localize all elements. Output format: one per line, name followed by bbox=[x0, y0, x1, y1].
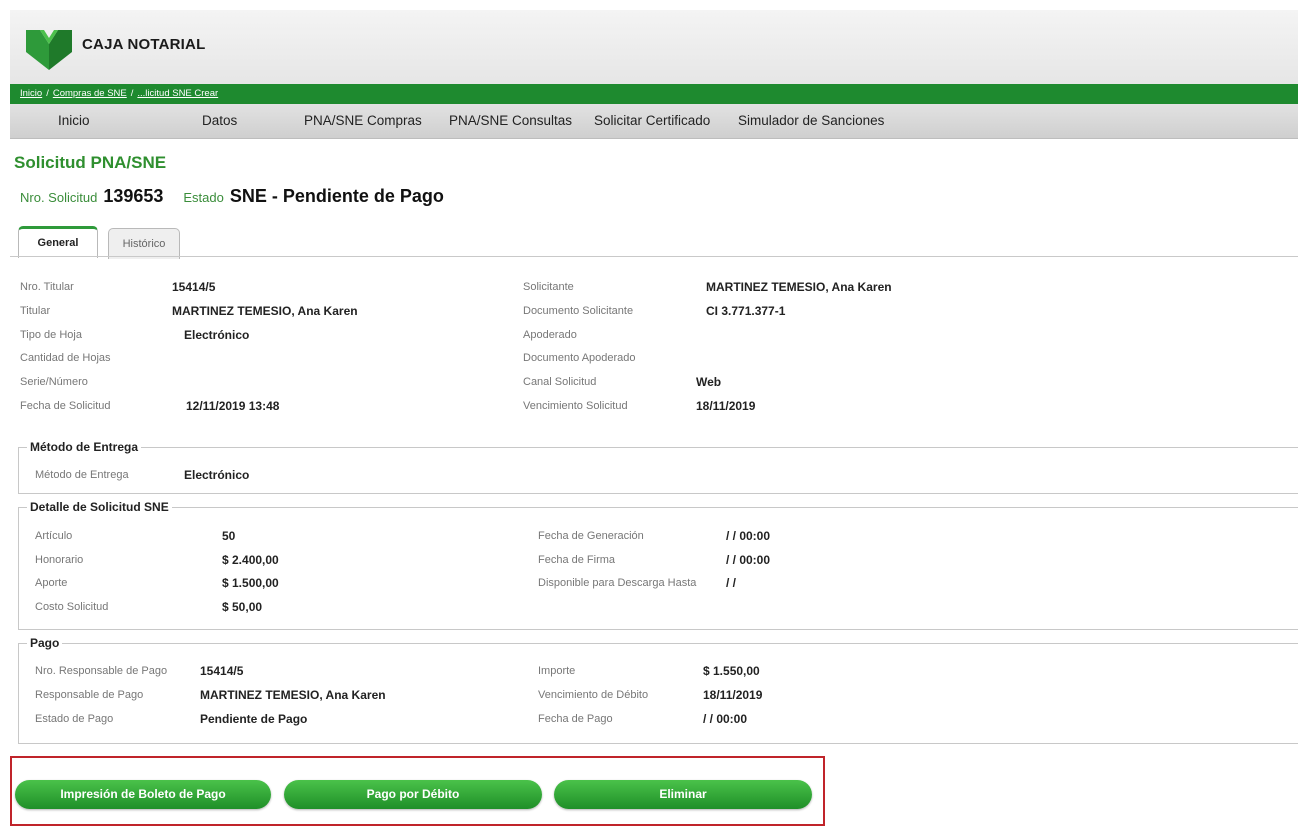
field-label-honorario: Honorario bbox=[35, 554, 84, 566]
field-value-articulo: 50 bbox=[222, 529, 236, 543]
nav-item-datos[interactable]: Datos bbox=[202, 113, 237, 128]
field-value-honorario: $ 2.400,00 bbox=[222, 553, 279, 567]
field-label-vencimiento-debito: Vencimiento de Débito bbox=[538, 689, 649, 701]
field-label-serie-numero: Serie/Número bbox=[20, 376, 88, 388]
field-value-aporte: $ 1.500,00 bbox=[222, 576, 279, 590]
field-value-titular: MARTINEZ TEMESIO, Ana Karen bbox=[172, 304, 358, 318]
breadcrumb-link-current[interactable]: ...licitud SNE Crear bbox=[137, 88, 218, 99]
tab-general[interactable]: General bbox=[18, 226, 98, 258]
field-label-documento-apoderado: Documento Apoderado bbox=[523, 352, 636, 364]
field-value-costo-solicitud: $ 50,00 bbox=[222, 600, 263, 614]
field-value-importe: $ 1.550,00 bbox=[703, 664, 760, 678]
field-label-fecha-generacion: Fecha de Generación bbox=[538, 530, 644, 542]
main-nav: Inicio Datos PNA/SNE Compras PNA/SNE Con… bbox=[10, 104, 1298, 139]
field-label-solicitante: Solicitante bbox=[523, 281, 574, 293]
field-label-canal-solicitud: Canal Solicitud bbox=[523, 376, 597, 388]
field-value-solicitante: MARTINEZ TEMESIO, Ana Karen bbox=[706, 280, 892, 294]
field-label-estado-pago: Estado de Pago bbox=[35, 713, 114, 725]
nav-item-pna-sne-compras[interactable]: PNA/SNE Compras bbox=[304, 113, 422, 128]
fieldset-metodo-entrega: Método de Entrega bbox=[18, 440, 1298, 494]
legend-pago: Pago bbox=[30, 636, 60, 650]
field-label-cantidad-hojas: Cantidad de Hojas bbox=[20, 352, 111, 364]
legend-metodo-entrega: Método de Entrega bbox=[30, 440, 139, 454]
field-label-fecha-solicitud: Fecha de Solicitud bbox=[20, 400, 111, 412]
field-label-nro-titular: Nro. Titular bbox=[20, 281, 74, 293]
field-label-titular: Titular bbox=[20, 305, 51, 317]
caja-notarial-logo-icon bbox=[26, 30, 72, 70]
nav-item-inicio[interactable]: Inicio bbox=[58, 113, 90, 128]
delete-button[interactable]: Eliminar bbox=[554, 780, 812, 809]
field-label-costo-solicitud: Costo Solicitud bbox=[35, 601, 109, 613]
field-value-canal-solicitud: Web bbox=[696, 375, 722, 389]
field-value-tipo-hoja: Electrónico bbox=[184, 328, 250, 342]
field-value-disponible-descarga: / / bbox=[726, 576, 737, 590]
legend-detalle-solicitud: Detalle de Solicitud SNE bbox=[30, 500, 169, 514]
breadcrumb-link-compras[interactable]: Compras de SNE bbox=[53, 88, 127, 99]
field-value-metodo-entrega: Electrónico bbox=[184, 468, 250, 482]
field-value-vencimiento-solicitud: 18/11/2019 bbox=[696, 399, 756, 413]
field-label-documento-solicitante: Documento Solicitante bbox=[523, 305, 634, 317]
field-value-fecha-pago: / / 00:00 bbox=[703, 712, 748, 726]
tabs-divider bbox=[10, 256, 1298, 257]
breadcrumb-link-home[interactable]: Inicio bbox=[20, 88, 42, 99]
header: CAJA NOTARIAL bbox=[10, 10, 1298, 84]
nav-item-solicitar-certificado[interactable]: Solicitar Certificado bbox=[594, 113, 710, 128]
print-payment-slip-button[interactable]: Impresión de Boleto de Pago bbox=[15, 780, 271, 809]
debit-payment-button[interactable]: Pago por Débito bbox=[284, 780, 542, 809]
breadcrumb-bar: Inicio / Compras de SNE / ...licitud SNE Cre… bbox=[10, 84, 1298, 104]
request-summary: Nro. Solicitud 139653 Estado SNE - Pendient… bbox=[20, 186, 464, 207]
field-label-disponible-descarga: Disponible para Descarga Hasta bbox=[538, 577, 697, 589]
field-value-responsable-pago: MARTINEZ TEMESIO, Ana Karen bbox=[200, 688, 386, 702]
field-label-nro-responsable-pago: Nro. Responsable de Pago bbox=[35, 665, 168, 677]
field-label-apoderado: Apoderado bbox=[523, 329, 577, 341]
request-number: 139653 bbox=[103, 186, 164, 206]
field-value-estado-pago: Pendiente de Pago bbox=[200, 712, 308, 726]
nav-item-pna-sne-consultas[interactable]: PNA/SNE Consultas bbox=[449, 113, 572, 128]
nav-item-simulador-sanciones[interactable]: Simulador de Sanciones bbox=[738, 113, 884, 128]
field-value-vencimiento-debito: 18/11/2019 bbox=[703, 688, 763, 702]
field-value-documento-solicitante: CI 3.771.377-1 bbox=[706, 304, 786, 318]
field-label-vencimiento-solicitud: Vencimiento Solicitud bbox=[523, 400, 628, 412]
field-label-tipo-hoja: Tipo de Hoja bbox=[20, 329, 82, 341]
field-value-fecha-generacion: / / 00:00 bbox=[726, 529, 771, 543]
field-value-fecha-firma: / / 00:00 bbox=[726, 553, 771, 567]
status-value: SNE - Pendiente de Pago bbox=[229, 186, 444, 206]
request-number-label: Nro. Solicitud bbox=[20, 190, 98, 205]
field-label-importe: Importe bbox=[538, 665, 576, 677]
status-label: Estado bbox=[183, 190, 224, 205]
field-label-aporte: Aporte bbox=[35, 577, 68, 589]
field-label-articulo: Artículo bbox=[35, 530, 73, 542]
fieldset-detalle-solicitud: Detalle de Solicitud SNE bbox=[18, 500, 1298, 630]
page-title: Solicitud PNA/SNE bbox=[14, 153, 167, 172]
field-label-fecha-pago: Fecha de Pago bbox=[538, 713, 613, 725]
field-value-nro-responsable-pago: 15414/5 bbox=[200, 664, 244, 678]
breadcrumb: Inicio / Compras de SNE / ...licitud SNE Cre… bbox=[20, 88, 219, 99]
field-value-nro-titular: 15414/5 bbox=[172, 280, 216, 294]
field-label-responsable-pago: Responsable de Pago bbox=[35, 689, 144, 701]
brand-name: CAJA NOTARIAL bbox=[82, 36, 206, 53]
field-label-fecha-firma: Fecha de Firma bbox=[538, 554, 616, 566]
field-value-fecha-solicitud: 12/11/2019 13:48 bbox=[186, 399, 280, 413]
field-label-metodo-entrega: Método de Entrega bbox=[35, 469, 129, 481]
tab-historico[interactable]: Histórico bbox=[108, 228, 180, 259]
